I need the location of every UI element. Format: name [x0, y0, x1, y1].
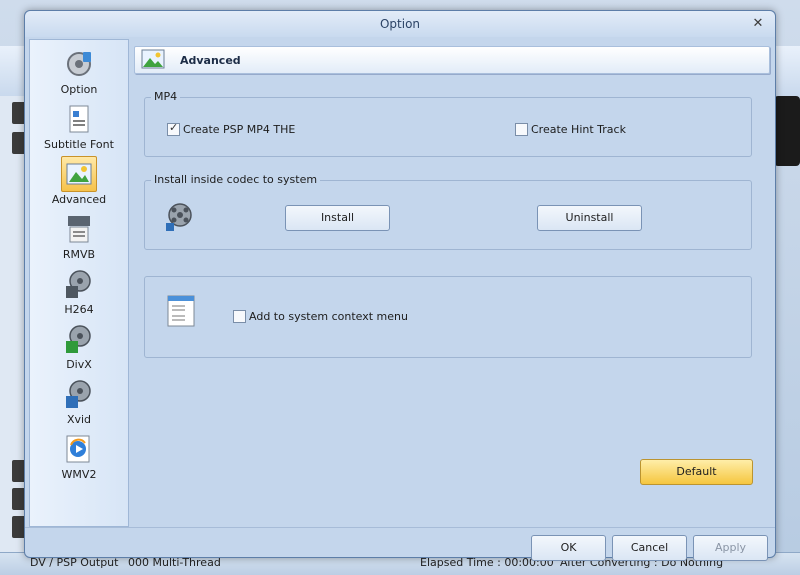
sidebar-item-h264[interactable]: H264 [30, 266, 128, 318]
context-menu-icon [167, 295, 195, 327]
uninstall-button[interactable]: Uninstall [537, 205, 642, 231]
option-dialog: Option ✕ Option Subtitle Font Advanced R… [24, 10, 776, 561]
dialog-title: Option [379, 17, 421, 31]
sidebar-item-xvid[interactable]: Xvid [30, 376, 128, 428]
option-sidebar: Option Subtitle Font Advanced RMVB H264 … [29, 39, 129, 527]
sidebar-item-label: H264 [64, 303, 94, 316]
add-context-menu-label: Add to system context menu [249, 310, 408, 323]
default-button[interactable]: Default [640, 459, 753, 485]
create-psp-box[interactable] [167, 121, 180, 136]
rmvb-icon [68, 216, 90, 243]
hint-track-box[interactable] [515, 123, 528, 136]
subtitle-font-icon [69, 105, 89, 133]
sidebar-item-label: WMV2 [61, 468, 97, 481]
sidebar-item-label: RMVB [62, 248, 96, 261]
install-button[interactable]: Install [285, 205, 390, 231]
sidebar-item-label: Advanced [51, 193, 107, 206]
create-psp-label: Create PSP MP4 THE [183, 123, 296, 136]
create-psp-checkbox[interactable]: Create PSP MP4 THE [167, 121, 296, 136]
background-device-preview [774, 96, 800, 166]
background-left-panel [0, 96, 27, 574]
sidebar-item-label: Option [60, 83, 98, 96]
apply-button[interactable]: Apply [693, 535, 768, 561]
section-header: Advanced [134, 46, 770, 74]
h264-icon [66, 270, 91, 298]
add-context-menu-checkbox[interactable]: Add to system context menu [233, 310, 408, 323]
sidebar-item-label: Xvid [66, 413, 92, 426]
sidebar-item-advanced[interactable]: Advanced [30, 156, 128, 208]
sidebar-item-rmvb[interactable]: RMVB [30, 211, 128, 263]
cancel-button[interactable]: Cancel [612, 535, 687, 561]
mp4-group: MP4 Create PSP MP4 THE Create Hint Track [144, 90, 752, 157]
option-icon [67, 52, 91, 76]
sidebar-item-subtitle-font[interactable]: Subtitle Font [30, 101, 128, 153]
context-menu-group: Add to system context menu [144, 276, 752, 358]
hint-track-checkbox[interactable]: Create Hint Track [515, 123, 626, 136]
codec-group-legend: Install inside codec to system [151, 173, 321, 186]
codec-group: Install inside codec to system Install U… [144, 173, 752, 250]
sidebar-item-option[interactable]: Option [30, 46, 128, 98]
wmv2-icon [66, 435, 90, 463]
film-reel-icon [166, 203, 192, 231]
sidebar-item-label: Subtitle Font [44, 138, 114, 151]
sidebar-item-divx[interactable]: DivX [30, 321, 128, 373]
mp4-group-legend: MP4 [151, 90, 181, 103]
advanced-icon [66, 163, 92, 185]
page-title: Advanced [180, 54, 241, 67]
sidebar-item-label: DivX [66, 358, 92, 371]
advanced-icon [141, 49, 165, 69]
add-context-menu-box[interactable] [233, 310, 246, 323]
ok-button[interactable]: OK [531, 535, 606, 561]
close-icon[interactable]: ✕ [749, 15, 767, 33]
hint-track-label: Create Hint Track [531, 123, 626, 136]
divx-icon [66, 325, 91, 353]
dialog-titlebar[interactable]: Option ✕ [25, 11, 775, 37]
sidebar-item-wmv2[interactable]: WMV2 [30, 431, 128, 483]
xvid-icon [66, 380, 91, 408]
